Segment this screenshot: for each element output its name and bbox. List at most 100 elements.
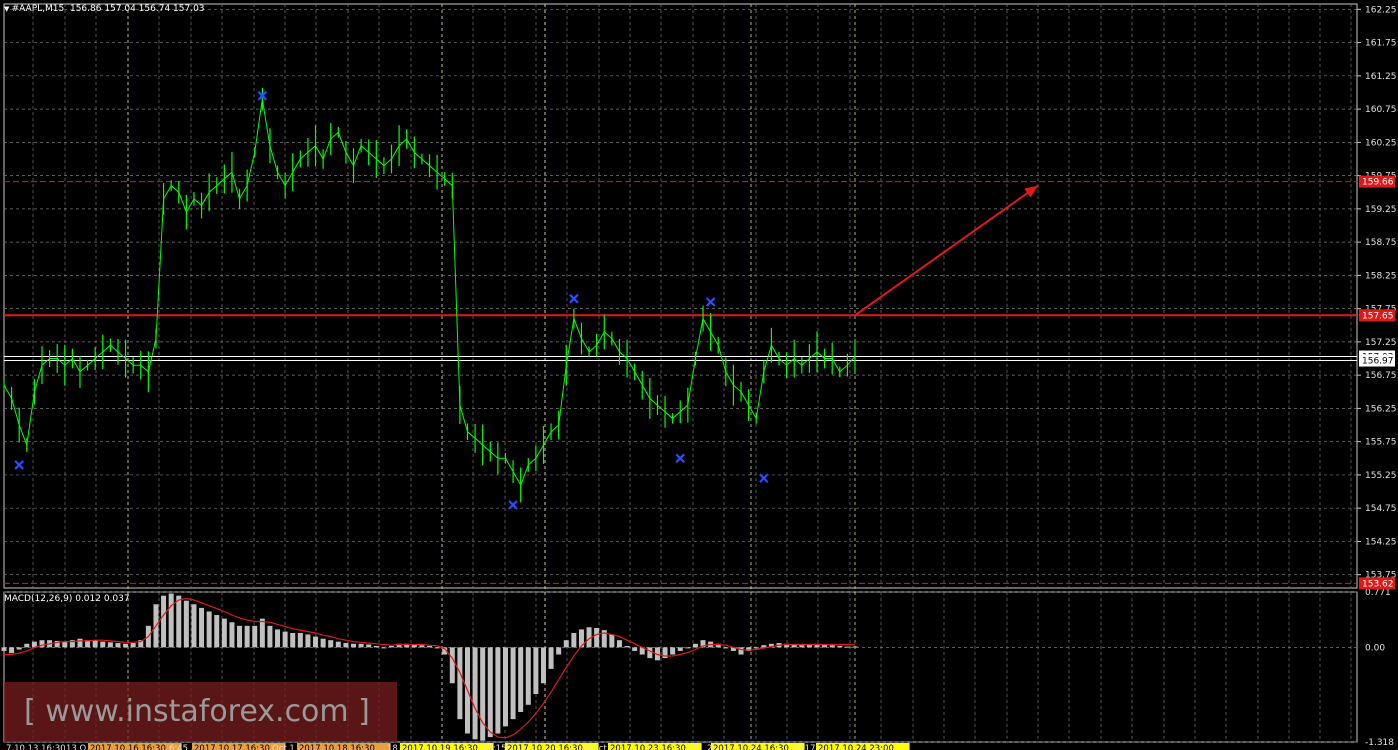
macd-bar bbox=[571, 633, 577, 648]
macd-bar bbox=[647, 647, 653, 659]
x-tick-label: 2017.10.17 16:30 bbox=[194, 744, 270, 750]
fractal-x-marker bbox=[675, 453, 686, 464]
y-tick-label: 162.25 bbox=[1365, 5, 1397, 15]
macd-bar bbox=[328, 640, 334, 648]
macd-bar bbox=[100, 641, 106, 648]
y-tick-label: 154.75 bbox=[1365, 504, 1397, 514]
x-tick-label: 13 O bbox=[66, 744, 87, 750]
macd-bar bbox=[502, 647, 508, 727]
y-tick-label: 160.75 bbox=[1365, 105, 1397, 115]
level-tag-label: 156.97 bbox=[1362, 357, 1394, 367]
macd-bar bbox=[161, 595, 167, 648]
macd-axis-label: 0.00 bbox=[1365, 643, 1385, 653]
macd-bar bbox=[609, 634, 615, 648]
macd-bar bbox=[24, 643, 30, 648]
macd-bar bbox=[313, 636, 319, 648]
ohlc-values: 156.86 157.04 156.74 157.03 bbox=[69, 4, 205, 14]
macd-bar bbox=[692, 643, 698, 648]
watermark: [ www.instaforex.com ] bbox=[4, 682, 397, 742]
macd-bar bbox=[92, 640, 98, 648]
macd-bar bbox=[343, 643, 349, 648]
macd-bar bbox=[1, 647, 7, 651]
macd-bar bbox=[533, 647, 539, 695]
macd-bar bbox=[191, 604, 197, 648]
macd-axis-label: 0.771 bbox=[1365, 588, 1391, 598]
x-tick-label: 18 bbox=[387, 744, 398, 750]
fractal-x-marker bbox=[14, 460, 24, 470]
macd-bar bbox=[852, 646, 858, 648]
macd-bar bbox=[829, 645, 835, 648]
macd-bar bbox=[594, 627, 600, 648]
x-tick-label: 2017.10.24 16:30 bbox=[713, 744, 789, 750]
macd-bar bbox=[259, 618, 265, 648]
macd-bar bbox=[556, 647, 562, 655]
y-tick-label: 156.75 bbox=[1365, 371, 1397, 381]
macd-bar bbox=[685, 647, 691, 649]
macd-bar bbox=[632, 647, 638, 651]
symbol-header: ▼ #AAPL,M15 156.86 157.04 156.74 157.03 bbox=[4, 4, 205, 14]
macd-header: MACD(12,26,9) 0.012 0.037 bbox=[4, 594, 130, 604]
macd-bar bbox=[275, 629, 281, 648]
y-tick-label: 155.25 bbox=[1365, 471, 1397, 481]
macd-bar bbox=[616, 640, 622, 648]
macd-bar bbox=[221, 618, 227, 648]
macd-bar bbox=[206, 611, 212, 648]
x-tick-label: 6:45 bbox=[169, 744, 188, 750]
macd-bar bbox=[799, 645, 805, 648]
macd-axis-label: -1.318 bbox=[1365, 738, 1394, 748]
macd-bar bbox=[427, 645, 432, 648]
y-tick-label: 158.25 bbox=[1365, 271, 1397, 281]
macd-bar bbox=[540, 647, 546, 684]
macd-bar bbox=[563, 640, 569, 648]
macd-bar bbox=[366, 644, 372, 648]
x-tick-label: 2017.10.18 16:30 bbox=[299, 744, 375, 750]
x-tick-label: 7.10.13 16:30 bbox=[6, 744, 66, 750]
level-tag-label: 157.65 bbox=[1362, 311, 1394, 321]
macd-bar bbox=[297, 633, 303, 648]
fractal-x-marker bbox=[508, 500, 518, 510]
arrow-head bbox=[1024, 185, 1038, 198]
x-tick-label: Oct 1 bbox=[272, 744, 295, 750]
fractal-x-marker bbox=[705, 297, 716, 307]
y-tick-label: 154.25 bbox=[1365, 537, 1397, 547]
level-tag-label: 159.66 bbox=[1362, 178, 1394, 188]
macd-bar bbox=[282, 631, 288, 648]
macd-bar bbox=[9, 647, 15, 654]
dropdown-triangle-icon[interactable]: ▼ bbox=[4, 5, 12, 13]
macd-bar bbox=[229, 622, 235, 648]
y-tick-label: 156.25 bbox=[1365, 404, 1397, 414]
macd-bar bbox=[335, 641, 341, 648]
x-tick-label: 2017.10.24 23:00 bbox=[818, 744, 894, 750]
macd-bar bbox=[244, 625, 250, 648]
macd-bar bbox=[77, 638, 83, 648]
x-tick-label: 17:15 bbox=[482, 744, 507, 750]
y-tick-label: 158.75 bbox=[1365, 238, 1397, 248]
macd-bar bbox=[624, 645, 630, 648]
macd-bar bbox=[510, 647, 516, 720]
macd-bar bbox=[358, 643, 364, 648]
macd-bar bbox=[670, 647, 676, 655]
macd-bar bbox=[199, 607, 205, 648]
macd-bar bbox=[62, 641, 68, 648]
macd-bar bbox=[449, 647, 455, 684]
macd-bar bbox=[480, 647, 486, 741]
fractal-x-marker bbox=[759, 473, 769, 484]
main-panel-border bbox=[3, 3, 1358, 589]
macd-bar bbox=[761, 645, 767, 648]
macd-bar bbox=[434, 647, 440, 649]
macd-bar bbox=[487, 647, 493, 738]
macd-bar bbox=[472, 647, 478, 740]
y-tick-label: 159.25 bbox=[1365, 205, 1397, 215]
macd-bar bbox=[290, 633, 296, 648]
macd-bar bbox=[518, 647, 524, 712]
y-tick-label: 161.25 bbox=[1365, 72, 1397, 82]
price-chart[interactable]: 162.25161.75161.25160.75160.25159.75159.… bbox=[0, 0, 1398, 750]
macd-bar bbox=[837, 645, 843, 648]
macd-bar bbox=[237, 625, 243, 648]
macd-bar bbox=[723, 647, 729, 649]
macd-bar bbox=[16, 647, 22, 650]
macd-bar bbox=[115, 643, 121, 648]
fractal-x-marker bbox=[569, 293, 579, 304]
macd-bar bbox=[389, 645, 395, 648]
macd-bar bbox=[320, 638, 326, 648]
